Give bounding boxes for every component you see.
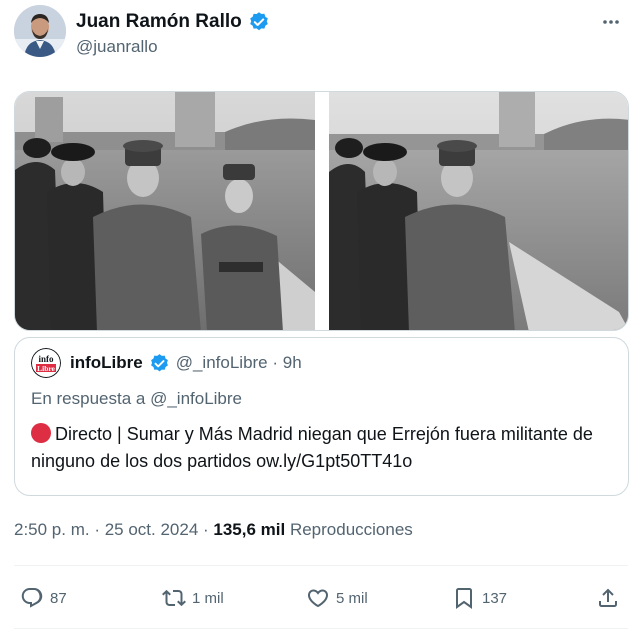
reply-icon — [21, 588, 43, 608]
author-handle[interactable]: @juanrallo — [76, 37, 158, 57]
photo-original[interactable] — [15, 92, 315, 330]
like-count: 5 mil — [336, 589, 368, 607]
divider — [14, 628, 628, 629]
bookmark-button[interactable]: 137 — [452, 582, 507, 614]
verified-badge-icon — [249, 12, 268, 31]
heart-icon — [307, 589, 329, 608]
reply-count: 87 — [50, 589, 67, 607]
tweet-meta: 2:50 p. m. · 25 oct. 2024 · 135,6 mil Re… — [14, 520, 413, 540]
quoted-tweet[interactable]: info Libre infoLibre @_infoLibre · 9h En… — [14, 337, 629, 496]
verified-badge-icon — [150, 353, 168, 371]
timestamp[interactable]: 2:50 p. m. · 25 oct. 2024 · — [14, 520, 213, 539]
action-bar: 87 1 mil 5 mil 137 — [14, 582, 628, 614]
reply-context[interactable]: En respuesta a @_infoLibre — [31, 389, 612, 409]
more-horizontal-icon[interactable] — [596, 9, 626, 35]
repost-count: 1 mil — [192, 589, 224, 607]
repost-button[interactable]: 1 mil — [162, 582, 224, 614]
share-button[interactable] — [596, 582, 620, 614]
author-name[interactable]: Juan Ramón Rallo — [76, 11, 242, 33]
share-icon — [599, 588, 617, 607]
quoted-avatar[interactable]: info Libre — [31, 348, 61, 378]
red-circle-icon — [31, 423, 51, 443]
views-count: 135,6 mil — [213, 520, 286, 539]
quoted-text: Directo | Sumar y Más Madrid niegan que … — [31, 424, 593, 471]
quoted-handle-time[interactable]: @_infoLibre · 9h — [176, 353, 302, 373]
bookmark-icon — [456, 588, 472, 609]
divider — [14, 565, 628, 566]
reply-button[interactable]: 87 — [20, 582, 67, 614]
quoted-author-name[interactable]: infoLibre — [70, 353, 143, 373]
logo-text-info: info — [38, 354, 54, 364]
repost-icon — [162, 589, 186, 607]
logo-text-libre: Libre — [37, 364, 55, 373]
like-button[interactable]: 5 mil — [306, 582, 368, 614]
tweet-header: Juan Ramón Rallo @juanrallo — [14, 5, 628, 59]
media-grid — [14, 91, 629, 331]
views-label: Reproducciones — [285, 520, 413, 539]
avatar[interactable] — [14, 5, 66, 57]
bookmark-count: 137 — [482, 589, 508, 607]
photo-edited[interactable] — [329, 92, 628, 330]
